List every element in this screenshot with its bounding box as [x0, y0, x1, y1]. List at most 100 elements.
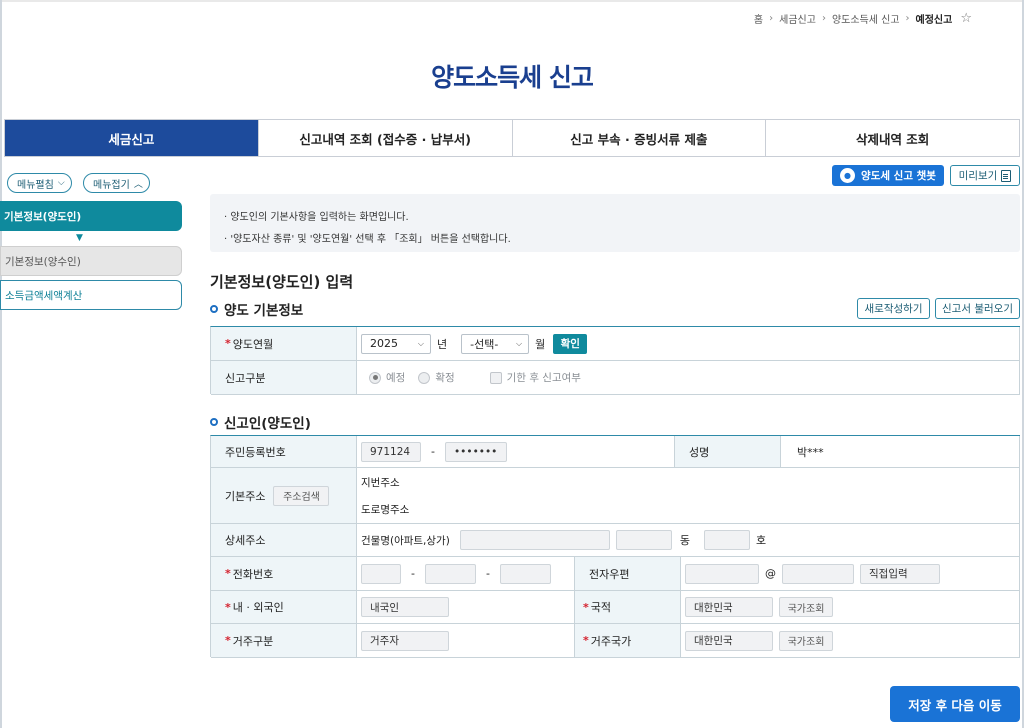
lot-address-label: 지번주소: [361, 476, 400, 489]
late-report-label: 기한 후 신고여부: [506, 372, 581, 384]
phone-field-2[interactable]: [424, 563, 476, 584]
residence-country-field[interactable]: 대한민국: [685, 630, 773, 651]
national-label-cell: * 내 · 외국인: [211, 591, 357, 624]
transfer-info-heading-text: 양도 기본정보: [224, 303, 304, 319]
new-write-button[interactable]: 새로작성하기: [857, 298, 930, 319]
name-label-cell: 성명: [675, 436, 781, 468]
tab-tax-report[interactable]: 세금신고: [5, 120, 259, 156]
tab-report-history[interactable]: 신고내역 조회 (접수증 · 납부서): [259, 120, 513, 156]
chatbot-label: 양도세 신고 챗봇: [861, 170, 936, 182]
report-type-value-cell: 예정 확정 기한 후 신고여부: [357, 361, 1020, 395]
detail-address-label-cell: 상세주소: [211, 524, 357, 557]
chatbot-button[interactable]: ● 양도세 신고 챗봇: [832, 165, 944, 186]
month-unit: 월: [535, 337, 546, 351]
radio-final-label: 확정: [435, 372, 455, 384]
sidebar-item-seller-info[interactable]: 기본정보(양도인): [0, 201, 182, 231]
required-mark: *: [583, 600, 589, 614]
email-domain-field[interactable]: [782, 563, 854, 584]
nationality-field[interactable]: 대한민국: [685, 597, 773, 617]
chevron-right-icon: ›: [821, 13, 826, 24]
breadcrumb: 홈 › 세금신고 › 양도소득세 신고 › 예정신고 ☆: [754, 11, 972, 26]
notice-box: · 양도인의 기본사항을 입력하는 화면입니다. · '양도자산 종류' 및 '…: [210, 194, 1020, 252]
sidebar-item-label: 기본정보(양도인): [4, 210, 82, 223]
dong-label: 동: [679, 534, 690, 547]
report-type-label-cell: 신고구분: [211, 361, 357, 395]
reporter-heading-text: 신고인(양도인): [224, 416, 311, 432]
phone-field-3[interactable]: [499, 563, 551, 584]
sidebar-item-tax-calc[interactable]: 소득금액세액계산: [0, 280, 182, 310]
transfer-month-label-cell: * 양도연월: [211, 327, 357, 361]
notice-line: · 양도인의 기본사항을 입력하는 화면입니다.: [224, 212, 409, 223]
rrn-front-field[interactable]: 971124: [361, 441, 421, 462]
address-label-cell: 기본주소 주소검색: [211, 468, 357, 524]
residence-label-cell: * 거주구분: [211, 624, 357, 658]
transfer-info-table: * 양도연월 2025 ⌵ 년 -선택- ⌵ 월 확인 신고구분 예정 확정 기한 후…: [210, 326, 1020, 395]
email-at: @: [765, 567, 776, 580]
save-next-button[interactable]: 저장 후 다음 이동: [890, 686, 1020, 722]
rrn-back-field[interactable]: •••••••: [444, 441, 507, 462]
confirm-button[interactable]: 확인: [553, 333, 588, 354]
breadcrumb-item-tax-report[interactable]: 세금신고: [779, 11, 816, 26]
sidebar-item-label: 기본정보(양수인): [5, 255, 81, 268]
phone-dash: -: [485, 567, 490, 580]
late-report-checkbox[interactable]: [489, 371, 502, 384]
name-value: 박***: [781, 436, 1020, 468]
breadcrumb-item-transfer-tax[interactable]: 양도소득세 신고: [832, 11, 900, 26]
menu-expand-label: 메뉴펼침: [17, 179, 54, 191]
email-direct-select[interactable]: 직접입력: [860, 563, 940, 584]
residence-field[interactable]: 거주자: [361, 630, 449, 651]
chevron-right-icon: ›: [905, 13, 910, 24]
nationality-label-cell: * 국적: [575, 591, 681, 624]
required-mark: *: [225, 337, 231, 350]
address-label: 기본주소: [225, 489, 266, 503]
required-mark: *: [225, 634, 231, 647]
bullet-ring-icon: [210, 305, 218, 313]
year-select[interactable]: 2025 ⌵: [361, 333, 431, 354]
reporter-heading: 신고인(양도인): [210, 412, 311, 432]
ho-label: 호: [755, 534, 767, 547]
sidebar-item-label: 소득금액세액계산: [5, 289, 83, 302]
phone-field-1[interactable]: [361, 563, 401, 584]
required-mark: *: [583, 634, 589, 647]
residence-value-cell: 거주자: [357, 624, 575, 658]
month-select[interactable]: -선택- ⌵: [461, 333, 530, 354]
address-value-cell: 지번주소 도로명주소: [357, 468, 1020, 524]
tab-deleted-history[interactable]: 삭제내역 조회: [766, 120, 1019, 156]
menu-collapse-label: 메뉴접기: [93, 179, 130, 191]
tab-attachments[interactable]: 신고 부속 · 증빙서류 제출: [513, 120, 767, 156]
dong-field[interactable]: [703, 530, 750, 550]
email-value-cell: @ 직접입력: [681, 557, 1020, 591]
building-name-extra-field[interactable]: [615, 530, 672, 550]
address-search-button[interactable]: 주소검색: [273, 485, 330, 506]
load-report-button[interactable]: 신고서 불러오기: [935, 298, 1020, 319]
country-search-button[interactable]: 국가조회: [779, 630, 833, 651]
section-title: 기본정보(양도인) 입력: [210, 273, 354, 291]
required-mark: *: [225, 600, 231, 614]
chevron-down-icon: ⌵: [516, 338, 523, 348]
country-search-button[interactable]: 국가조회: [779, 597, 833, 617]
email-id-field[interactable]: [685, 563, 759, 584]
preview-button[interactable]: 미리보기: [950, 165, 1020, 186]
star-icon[interactable]: ☆: [960, 11, 972, 26]
main-tabs: 세금신고 신고내역 조회 (접수증 · 납부서) 신고 부속 · 증빙서류 제출…: [4, 119, 1020, 157]
radio-final[interactable]: [418, 371, 431, 384]
radio-scheduled[interactable]: [369, 371, 381, 384]
national-field[interactable]: 내국인: [361, 597, 449, 617]
rrn-label-cell: 주민등록번호: [211, 436, 357, 468]
bullet-ring-icon: [210, 418, 218, 426]
triangle-down-icon: ▼: [76, 233, 83, 243]
page-title: 양도소득세 신고: [431, 63, 594, 92]
detail-address-value-cell: 건물명(아파트,상가) 동 호: [357, 524, 1020, 557]
top-divider: [0, 0, 1024, 2]
preview-label: 미리보기: [958, 170, 998, 182]
sidebar-item-buyer-info[interactable]: 기본정보(양수인): [0, 246, 182, 276]
window-left-edge: [0, 0, 2, 728]
breadcrumb-current: 예정신고: [915, 15, 953, 26]
national-value-cell: 내국인: [357, 591, 575, 624]
building-name-field[interactable]: [459, 530, 610, 550]
menu-expand-button[interactable]: 메뉴펼침 ⌵: [7, 173, 72, 193]
nationality-value-cell: 대한민국 국가조회: [681, 591, 1020, 624]
menu-collapse-button[interactable]: 메뉴접기 ︿: [83, 173, 150, 193]
breadcrumb-item-home[interactable]: 홈: [754, 11, 763, 26]
email-label-cell: 전자우편: [575, 557, 681, 591]
